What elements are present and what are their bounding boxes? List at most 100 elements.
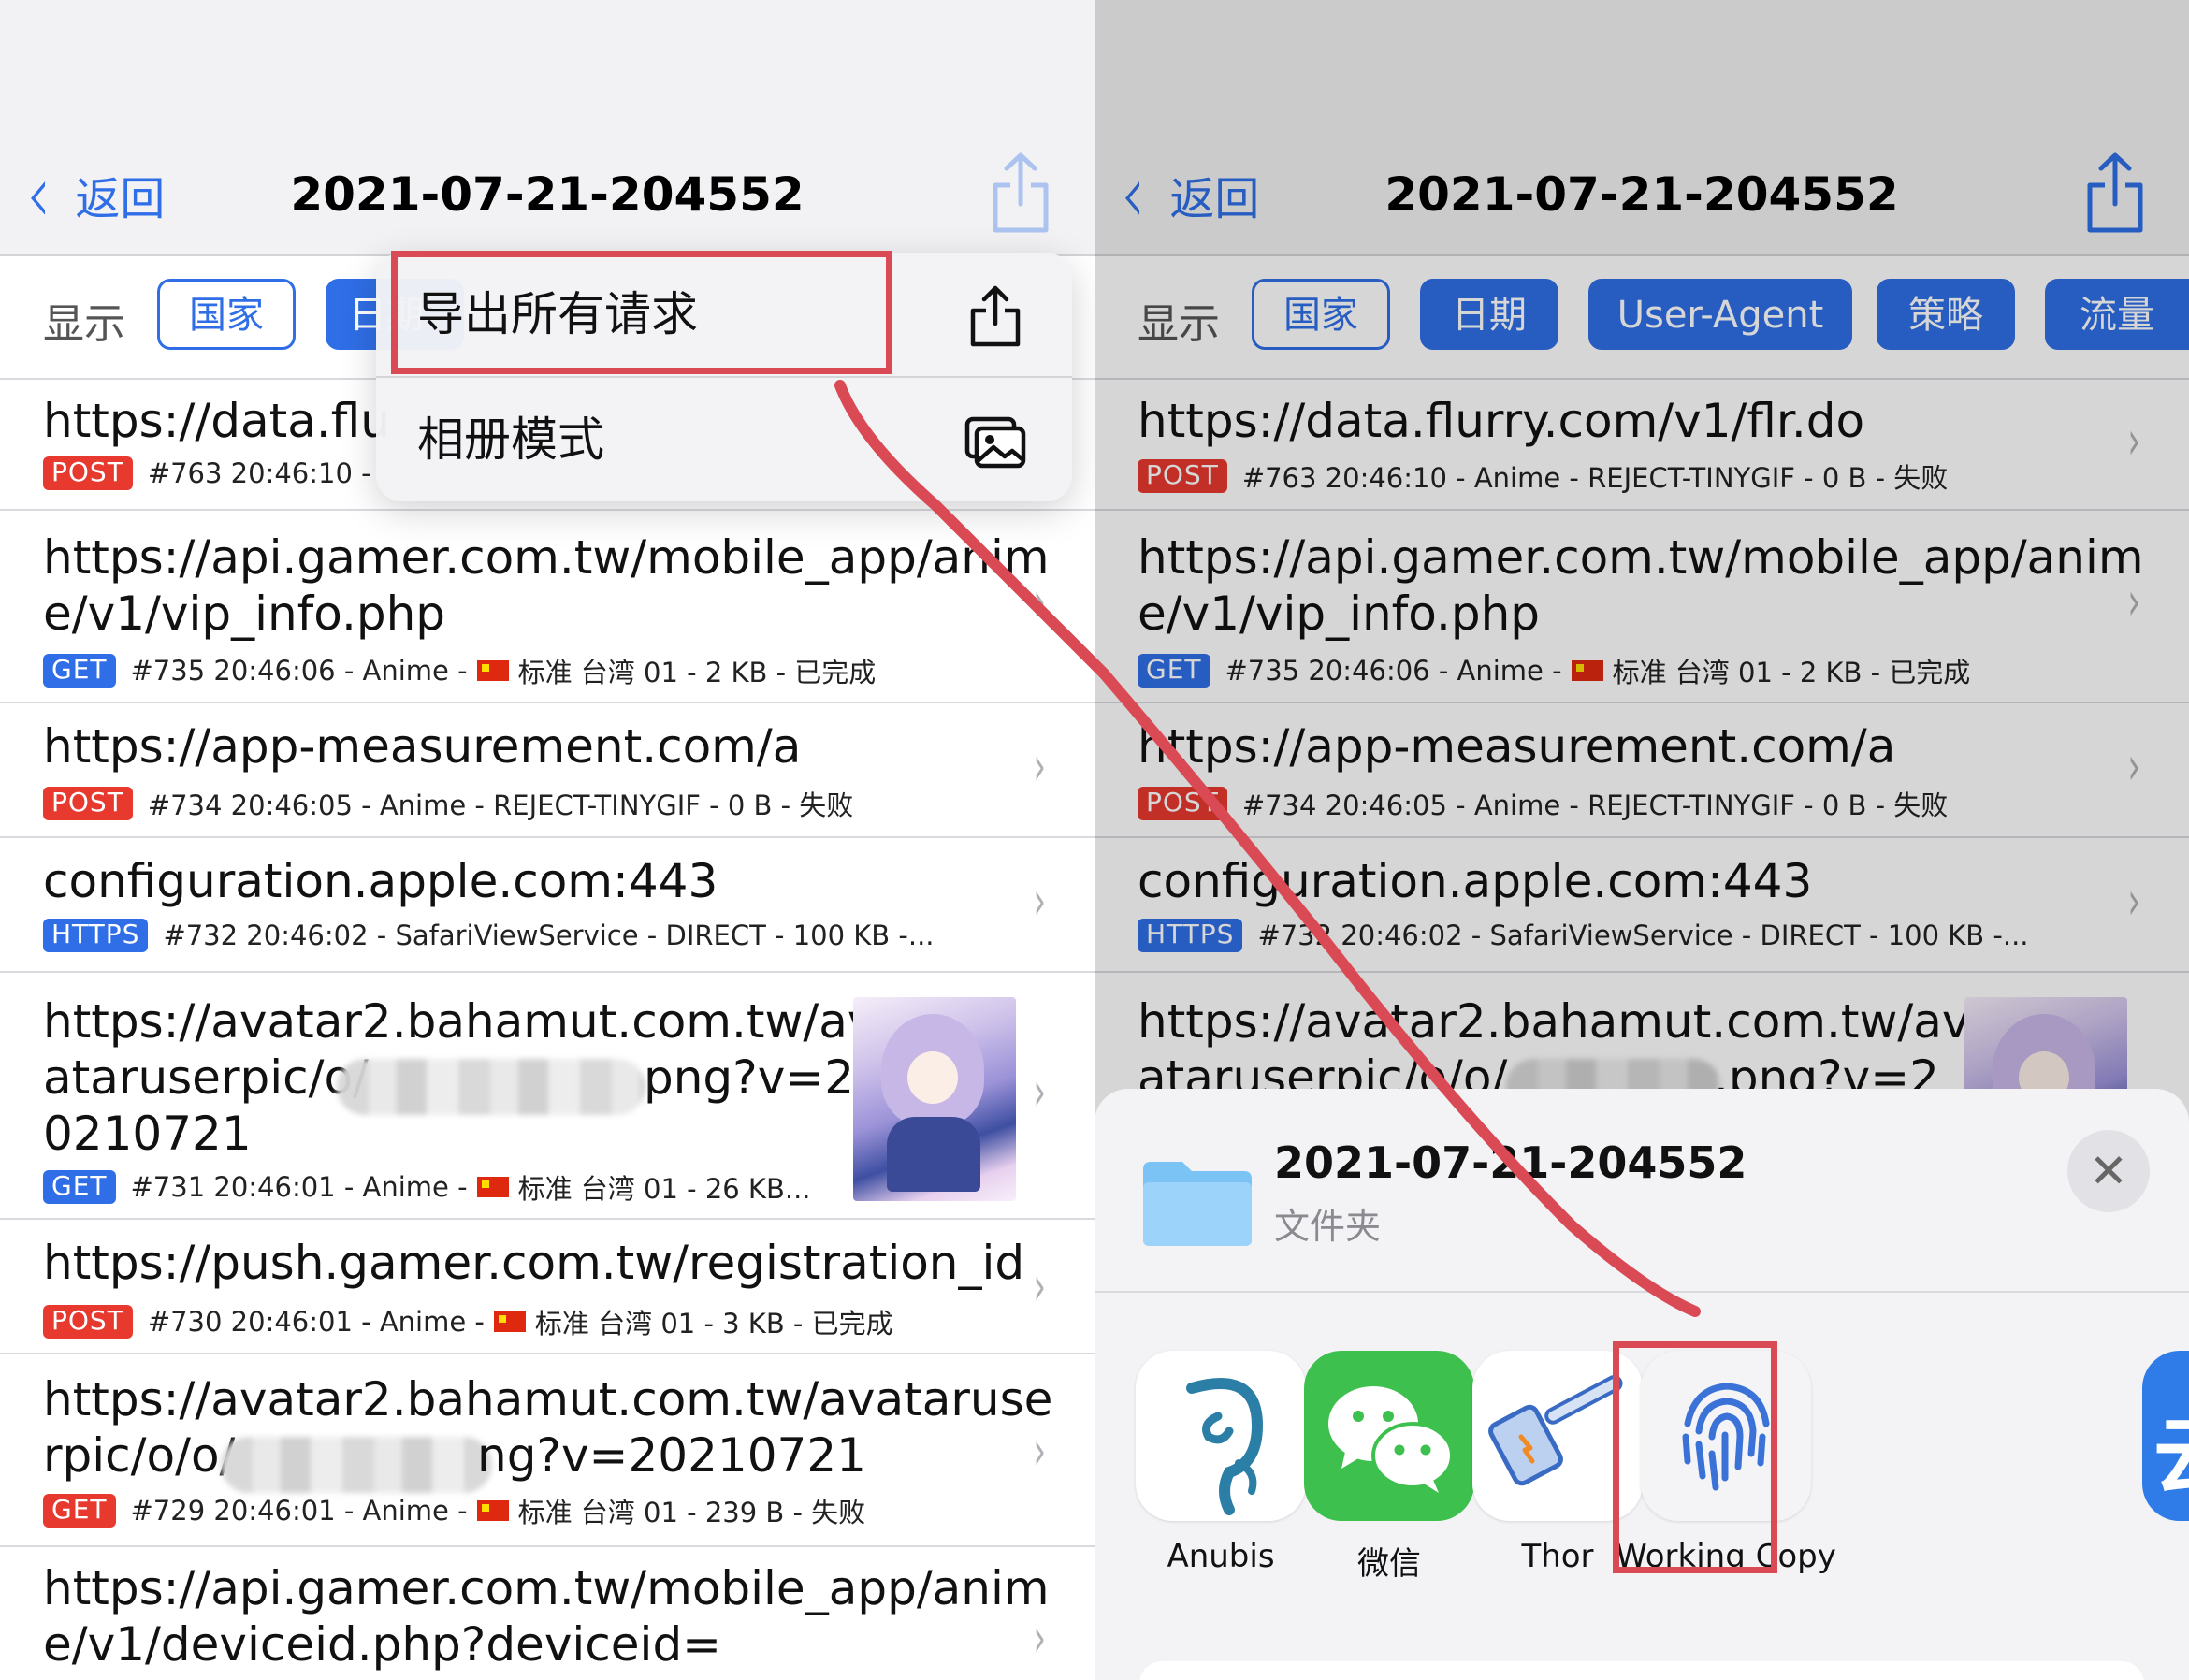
request-url: https://app-measurement.com/a (1138, 719, 1896, 774)
china-flag-icon (476, 1177, 509, 1197)
request-row[interactable]: configuration.apple.com:443 HTTPS #732 2… (0, 838, 1094, 973)
request-url-line2a: rpic/o/o/ (43, 1428, 236, 1483)
request-url-line2: e/v1/deviceid.php?deviceid= (43, 1617, 722, 1672)
redacted-blur (337, 1059, 645, 1115)
chevron-right-icon: › (2127, 871, 2140, 932)
request-info: #732 20:46:02 - SafariViewService - DIRE… (163, 920, 935, 951)
request-url: configuration.apple.com:443 (43, 854, 718, 908)
method-badge: POST (43, 1305, 133, 1339)
request-meta: POST #763 20:46:10 - Anime - REJECT-TINY… (1138, 456, 1948, 496)
left-screen: ‹ 返回 2021-07-21-204552 显示 国家 日期 https://… (0, 0, 1094, 1680)
chip-traffic[interactable]: 流量 (2045, 279, 2189, 350)
method-badge: GET (1138, 654, 1210, 688)
method-badge: POST (43, 787, 133, 820)
chevron-right-icon: › (1033, 1608, 1046, 1669)
chevron-right-icon: › (1033, 1421, 1046, 1482)
chevron-right-icon: › (1033, 736, 1046, 797)
menu-item-photo-mode[interactable]: 相册模式 (376, 378, 1072, 501)
request-row[interactable]: configuration.apple.com:443 HTTPS #732 2… (1094, 838, 2189, 973)
request-meta: GET #729 20:46:01 - Anime - 标准 台湾 01 - 2… (43, 1491, 865, 1530)
method-badge: GET (43, 654, 116, 688)
navigation-bar: ‹ 返回 2021-07-21-204552 (0, 0, 1094, 256)
menu-item-label: 导出所有请求 (417, 287, 698, 341)
app-anubis[interactable] (1136, 1351, 1306, 1521)
app-partial[interactable]: 云 (2142, 1351, 2189, 1521)
request-meta: HTTPS #732 20:46:02 - SafariViewService … (43, 919, 935, 952)
request-url-line1: https://avatar2.bahamut.com.tw/av (1138, 994, 1970, 1049)
request-url-line1: https://avatar2.bahamut.com.tw/av (43, 994, 876, 1049)
request-row[interactable]: https://avatar2.bahamut.com.tw/avataruse… (0, 1354, 1094, 1547)
wechat-app-icon (1328, 1386, 1454, 1493)
request-meta: POST #763 20:46:10 - (43, 456, 371, 490)
china-flag-icon (1571, 660, 1603, 681)
share-icon[interactable] (988, 150, 1053, 236)
request-row[interactable]: https://app-measurement.com/a POST #734 … (1094, 703, 2189, 838)
request-meta: GET #735 20:46:06 - Anime - 标准 台湾 01 - 2… (1138, 651, 1970, 690)
chip-date[interactable]: 日期 (1420, 279, 1558, 350)
request-url-line3: 0210721 (43, 1107, 252, 1161)
request-info-policy: 标准 台湾 01 - 2 KB - 已完成 (1612, 657, 1971, 688)
folder-icon (1143, 1162, 1252, 1246)
request-url: https://app-measurement.com/a (43, 719, 802, 774)
chip-country[interactable]: 国家 (1252, 279, 1390, 350)
request-meta: GET #735 20:46:06 - Anime - 标准 台湾 01 - 2… (43, 651, 876, 690)
request-info: #734 20:46:05 - Anime - REJECT-TINYGIF -… (147, 789, 854, 821)
page-title: 2021-07-21-204552 (1384, 167, 1899, 222)
request-row[interactable]: https://data.flurry.com/v1/flr.do POST #… (1094, 380, 2189, 511)
request-url-line2: e/v1/vip_info.php (1138, 587, 1541, 641)
chip-country[interactable]: 国家 (157, 279, 296, 350)
chevron-right-icon: › (1033, 871, 1046, 932)
sheet-subtitle: 文件夹 (1274, 1206, 1382, 1247)
request-info: #735 20:46:06 - Anime - (1225, 655, 1562, 687)
sheet-divider (1094, 1291, 2189, 1293)
method-badge: HTTPS (1138, 919, 1243, 952)
request-url-line1: https://api.gamer.com.tw/mobile_app/anim (1138, 530, 2144, 585)
request-row[interactable]: https://api.gamer.com.tw/mobile_app/anim… (0, 511, 1094, 703)
image-thumbnail (853, 997, 1016, 1201)
request-info: #763 20:46:10 - Anime - REJECT-TINYGIF -… (1241, 462, 1949, 494)
request-info: #732 20:46:02 - SafariViewService - DIRE… (1257, 920, 2029, 951)
request-info: #734 20:46:05 - Anime - REJECT-TINYGIF -… (1241, 789, 1949, 821)
chip-policy[interactable]: 策略 (1877, 279, 2015, 350)
close-icon: ✕ (2089, 1144, 2128, 1198)
request-url-line2: e/v1/vip_info.php (43, 587, 446, 641)
request-url-line1: https://api.gamer.com.tw/mobile_app/anim (43, 530, 1050, 585)
request-info-policy: 标准 台湾 01 - 2 KB - 已完成 (517, 657, 877, 688)
chevron-right-icon: › (2127, 411, 2140, 471)
request-info-policy: 标准 台湾 01 - 239 B - 失败 (517, 1497, 866, 1528)
menu-item-export-all[interactable]: 导出所有请求 (376, 253, 1072, 376)
app-wechat[interactable] (1304, 1351, 1474, 1521)
china-flag-icon (476, 660, 509, 681)
filter-label: 显示 (43, 300, 125, 348)
request-url-line2b: ng?v=20210721 (477, 1428, 866, 1483)
request-url-line1: https://api.gamer.com.tw/mobile_app/anim (43, 1561, 1050, 1615)
request-url: https://data.flu (43, 394, 390, 448)
share-icon[interactable] (2082, 150, 2148, 236)
request-row[interactable]: https://app-measurement.com/a POST #734 … (0, 703, 1094, 838)
request-row[interactable]: https://push.gamer.com.tw/registration_i… (0, 1220, 1094, 1354)
menu-item-label: 相册模式 (417, 413, 604, 467)
page-title: 2021-07-21-204552 (290, 167, 805, 222)
chevron-right-icon: › (1033, 572, 1046, 632)
close-button[interactable]: ✕ (2067, 1130, 2150, 1212)
request-url: https://data.flurry.com/v1/flr.do (1138, 394, 1865, 448)
navigation-bar: ‹ 返回 2021-07-21-204552 (1094, 0, 2189, 256)
request-row[interactable]: https://avatar2.bahamut.com.tw/av atarus… (0, 973, 1094, 1220)
chevron-right-icon: › (1033, 1062, 1046, 1122)
request-row[interactable]: https://api.gamer.com.tw/mobile_app/anim… (0, 1547, 1094, 1680)
method-badge: GET (43, 1170, 116, 1204)
app-label: Working Copy (1616, 1538, 1836, 1575)
request-info-policy: 标准 台湾 01 - 3 KB - 已完成 (534, 1308, 893, 1340)
method-badge: POST (1138, 787, 1227, 820)
right-screen: ‹ 返回 2021-07-21-204552 显示 国家 日期 User-Age… (1094, 0, 2189, 1680)
app-working-copy[interactable] (1641, 1351, 1811, 1521)
chip-user-agent[interactable]: User-Agent (1588, 279, 1852, 350)
request-row[interactable]: https://api.gamer.com.tw/mobile_app/anim… (1094, 511, 2189, 703)
request-info: #730 20:46:01 - Anime - (147, 1306, 485, 1338)
app-thor[interactable] (1472, 1351, 1643, 1521)
app-partial-icon: 云 (2153, 1388, 2189, 1510)
request-url-line2a: ataruserpic/o/ (43, 1050, 369, 1105)
request-info: #731 20:46:01 - Anime - (130, 1171, 468, 1203)
method-badge: POST (43, 456, 133, 490)
china-flag-icon (493, 1311, 526, 1332)
